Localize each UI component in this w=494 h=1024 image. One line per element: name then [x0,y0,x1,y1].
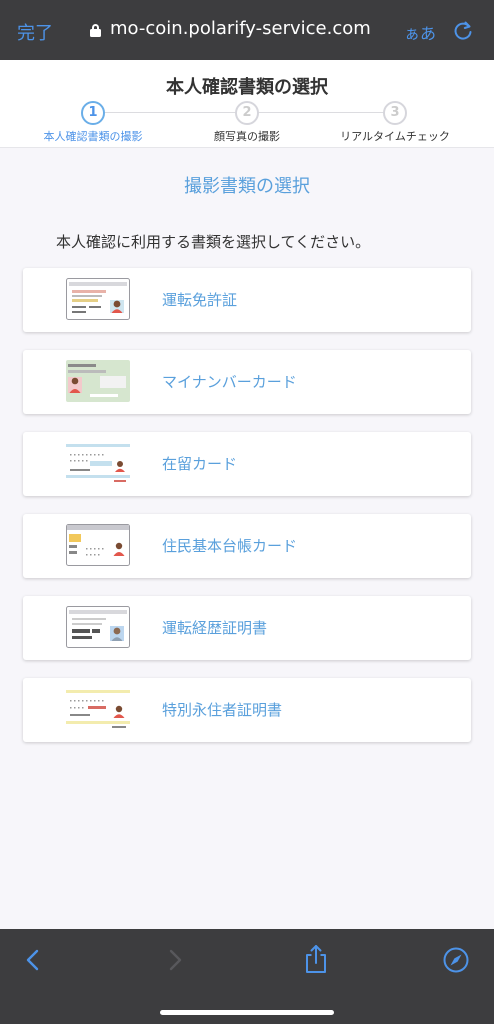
special-permanent-resident-certificate-icon [66,688,130,730]
document-label: マイナンバーカード [162,373,297,391]
browser-toolbar [0,929,494,1024]
step-2-label: 顔写真の撮影 [214,130,280,143]
browser-address-bar: 完了 mo-coin.polarify-service.com ぁあ [0,0,494,60]
step-2: 2 顔写真の撮影 [167,101,327,144]
document-label: 運転免許証 [162,291,238,309]
resident-registry-card-icon [66,524,130,566]
step-3-label: リアルタイムチェック [340,130,450,143]
forward-icon[interactable] [164,948,186,976]
share-icon[interactable] [303,944,329,978]
residence-card-icon [66,442,130,484]
home-indicator [160,1010,334,1015]
document-option-residence-card[interactable]: 在留カード [23,432,471,496]
document-option-drivers-license[interactable]: 運転免許証 [23,268,471,332]
text-size-button[interactable]: ぁあ [404,20,436,44]
back-icon[interactable] [22,948,44,976]
step-3-number: 3 [383,101,407,125]
step-1: 1 本人確認書類の撮影 [13,101,173,144]
document-label: 特別永住者証明書 [162,701,283,719]
done-button[interactable]: 完了 [17,19,53,45]
document-option-special-permanent-resident-certificate[interactable]: 特別永住者証明書 [23,678,471,742]
document-label: 住民基本台帳カード [162,537,298,555]
url-field[interactable]: mo-coin.polarify-service.com [110,18,392,39]
step-3: 3 リアルタイムチェック [315,101,475,144]
section-title: 撮影書類の選択 [184,176,310,197]
lock-icon [90,24,101,37]
reload-icon[interactable] [452,20,474,46]
document-label: 運転経歴証明書 [162,619,268,637]
document-option-my-number-card[interactable]: マイナンバーカード [23,350,471,414]
document-option-resident-registry-card[interactable]: 住民基本台帳カード [23,514,471,578]
step-1-label: 本人確認書類の撮影 [43,130,143,143]
page-title: 本人確認書類の選択 [166,77,328,98]
instruction-text: 本人確認に利用する書類を選択してください。 [56,233,371,251]
step-1-number: 1 [81,101,105,125]
document-option-driving-history-certificate[interactable]: 運転経歴証明書 [23,596,471,660]
document-label: 在留カード [162,455,238,473]
step-2-number: 2 [235,101,259,125]
driving-history-certificate-icon [66,606,130,648]
page-header: 本人確認書類の選択 1 本人確認書類の撮影 2 顔写真の撮影 3 リアルタイムチ… [0,60,494,148]
my-number-card-icon [66,360,130,402]
drivers-license-icon [66,278,130,320]
safari-compass-icon[interactable] [442,946,470,978]
